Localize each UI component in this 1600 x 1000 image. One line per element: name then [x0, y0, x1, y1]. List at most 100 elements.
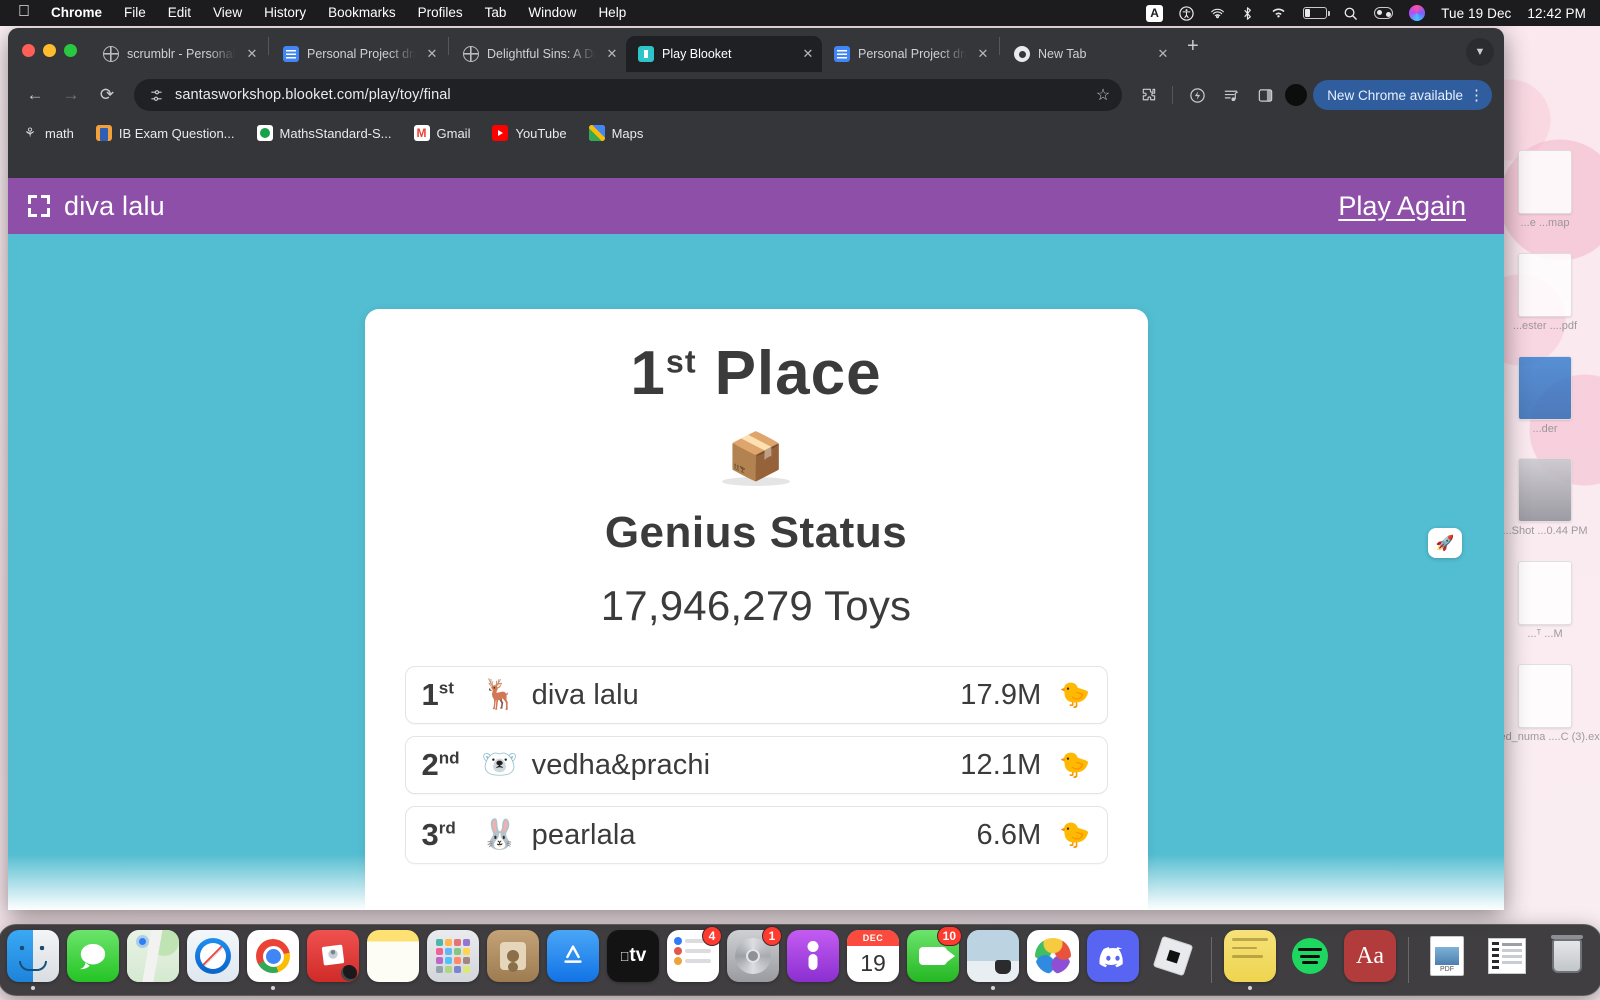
reading-list-icon[interactable]: [1217, 81, 1245, 109]
results-scroll-area[interactable]: 1st Place 📦 Genius Status 17,946,279 Toys…: [8, 234, 1504, 910]
desktop-file[interactable]: ...ester ....pdf: [1490, 252, 1600, 334]
dock-item-contacts[interactable]: [487, 930, 539, 990]
menu-item-help[interactable]: Help: [587, 0, 637, 26]
url-text[interactable]: santasworkshop.blooket.com/play/toy/fina…: [175, 87, 1086, 103]
dock-item-calendar[interactable]: DEC 19: [847, 930, 899, 990]
forward-button[interactable]: →: [56, 80, 86, 110]
chrome-update-button[interactable]: New Chrome available ⋮: [1313, 80, 1492, 110]
send-icon[interactable]: 🚀: [1428, 528, 1462, 558]
dock-item-reminders[interactable]: 4: [667, 926, 722, 990]
dock-item-dictionary[interactable]: Aa: [1344, 930, 1396, 990]
dock-item-spotify[interactable]: [1284, 930, 1336, 990]
reload-button[interactable]: ⟳: [92, 80, 122, 110]
apple-icon[interactable]: : [14, 0, 40, 27]
menu-item-view[interactable]: View: [202, 0, 253, 26]
tab-personal-project-draft-2[interactable]: Personal Project draft ✕: [822, 36, 997, 72]
tab-new-tab[interactable]: New Tab ✕: [1002, 36, 1177, 72]
battery-icon[interactable]: [1303, 7, 1331, 19]
wifi-icon[interactable]: [1270, 6, 1287, 20]
minimize-window-button[interactable]: [43, 43, 56, 57]
dock-item-app-store[interactable]: [547, 930, 599, 990]
bookmark-maths-standard[interactable]: MathsStandard-S...: [256, 125, 392, 141]
control-center-icon[interactable]: [1374, 7, 1394, 19]
menu-item-edit[interactable]: Edit: [157, 0, 202, 26]
dock-item-photos[interactable]: [1027, 930, 1079, 990]
close-tab-button[interactable]: ✕: [244, 46, 260, 62]
dock-item-maps[interactable]: [127, 930, 179, 990]
tab-play-blooket[interactable]: Play Blooket ✕: [626, 36, 822, 72]
play-again-button[interactable]: Play Again: [1338, 191, 1466, 222]
dock-item-pdf-file[interactable]: PDF: [1421, 930, 1473, 990]
close-tab-button[interactable]: ✕: [424, 46, 440, 62]
close-tab-button[interactable]: ✕: [975, 46, 991, 62]
bookmark-math[interactable]: ⚘ math: [22, 125, 74, 141]
bookmark-youtube[interactable]: YouTube: [492, 125, 567, 141]
menu-item-profiles[interactable]: Profiles: [407, 0, 474, 26]
menu-item-window[interactable]: Window: [517, 0, 587, 26]
menubar-time[interactable]: 12:42 PM: [1527, 6, 1586, 21]
extensions-icon[interactable]: [1134, 81, 1162, 109]
site-settings-icon[interactable]: [148, 87, 165, 104]
bookmark-gmail[interactable]: M Gmail: [413, 125, 470, 141]
dock-item-safari[interactable]: [187, 930, 239, 990]
dock-item-apple-tv[interactable]: tv: [607, 930, 659, 990]
desktop-file[interactable]: ...ᵀ ...M: [1490, 561, 1600, 642]
close-tab-button[interactable]: ✕: [800, 46, 816, 62]
dock-item-discord[interactable]: [1087, 930, 1139, 990]
menu-item-history[interactable]: History: [253, 0, 317, 26]
table-row[interactable]: 1st 🦌 diva lalu 17.9M 🐤: [404, 666, 1108, 724]
dock-item-facetime[interactable]: 10: [907, 926, 962, 990]
dock-item-system-settings[interactable]: 1: [727, 926, 782, 990]
close-tab-button[interactable]: ✕: [604, 46, 620, 62]
dock-item-trash[interactable]: [1541, 930, 1593, 990]
dock-item-chrome[interactable]: [247, 930, 299, 990]
table-row[interactable]: 3rd 🐰 pearlala 6.6M 🐤: [404, 806, 1108, 864]
tab-personal-project-draft-1[interactable]: Personal Project draft ✕: [271, 36, 446, 72]
desktop-file[interactable]: ...Shot ...0.44 PM: [1490, 458, 1600, 539]
side-panel-icon[interactable]: [1251, 81, 1279, 109]
bluetooth-icon[interactable]: [1241, 6, 1254, 21]
bookmark-star-icon[interactable]: ☆: [1096, 85, 1114, 105]
menu-item-tab[interactable]: Tab: [474, 0, 518, 26]
maximize-window-button[interactable]: [64, 43, 77, 57]
dock-item-preview[interactable]: [967, 930, 1019, 990]
dock-item-roblox[interactable]: [1147, 930, 1199, 990]
performance-icon[interactable]: [1183, 81, 1211, 109]
dock-item-launchpad[interactable]: [427, 930, 479, 990]
siri-icon[interactable]: [1409, 5, 1426, 21]
close-window-button[interactable]: [22, 43, 35, 57]
tab-scrumblr[interactable]: scrumblr - Personal P ✕: [91, 36, 266, 72]
dock-item-messages[interactable]: [67, 930, 119, 990]
desktop-file[interactable]: ...der: [1490, 355, 1600, 437]
airplay-icon[interactable]: [1210, 6, 1225, 21]
menu-item-chrome[interactable]: Chrome: [40, 0, 113, 26]
close-tab-button[interactable]: ✕: [1155, 46, 1171, 62]
menu-item-bookmarks[interactable]: Bookmarks: [317, 0, 407, 26]
window-controls[interactable]: [20, 28, 91, 72]
accessibility-icon[interactable]: [1179, 5, 1194, 21]
menubar-date[interactable]: Tue 19 Dec: [1441, 6, 1511, 21]
menu-item-file[interactable]: File: [113, 0, 157, 26]
input-source-icon[interactable]: A: [1146, 4, 1164, 22]
bookmark-ib-exam-questions[interactable]: IB Exam Question...: [95, 125, 235, 141]
leaderboard: 1st 🦌 diva lalu 17.9M 🐤 2nd 🐻‍❄️ vedha&p…: [404, 666, 1108, 864]
dock-item-notes[interactable]: [367, 930, 419, 990]
bookmark-maps[interactable]: Maps: [588, 125, 643, 141]
dock-item-finder[interactable]: [7, 930, 59, 990]
profile-avatar[interactable]: [1285, 84, 1308, 106]
chevron-down-icon[interactable]: ▼: [1466, 38, 1494, 66]
back-button[interactable]: ←: [20, 80, 50, 110]
desktop-file[interactable]: ...ed_numa ....C (3).ex: [1490, 663, 1600, 745]
desktop-file[interactable]: ...e ...map: [1490, 150, 1600, 231]
dock-item-podcasts[interactable]: [787, 930, 839, 990]
new-tab-button[interactable]: +: [1177, 36, 1209, 62]
chrome-menu-icon[interactable]: ⋮: [1469, 88, 1484, 103]
fullscreen-icon[interactable]: [28, 195, 50, 217]
dock-item-photo-booth[interactable]: [307, 930, 359, 990]
table-row[interactable]: 2nd 🐻‍❄️ vedha&prachi 12.1M 🐤: [404, 736, 1108, 794]
tab-delightful-sins[interactable]: Delightful Sins: A Dark ✕: [451, 36, 626, 72]
search-icon[interactable]: [1343, 6, 1358, 21]
address-bar[interactable]: santasworkshop.blooket.com/play/toy/fina…: [134, 79, 1123, 111]
dock-item-screenshot-file[interactable]: [1481, 930, 1533, 990]
dock-item-stickies[interactable]: [1224, 930, 1276, 990]
